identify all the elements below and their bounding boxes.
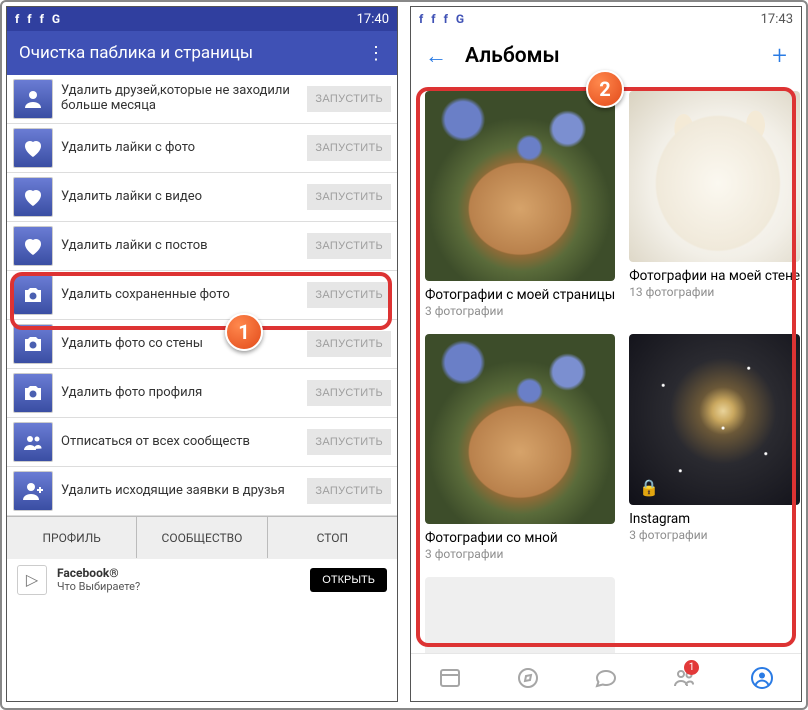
phone-right: f f f G 17:43 ← Альбомы + Фотографии с м… <box>410 6 802 702</box>
album-subtitle: 3 фотографии <box>629 528 800 542</box>
album-item[interactable]: Фотографии на моей стене13 фотографии <box>629 91 800 318</box>
action-row: Удалить фото со стеныЗАПУСТИТЬ <box>7 320 397 369</box>
action-row: Удалить сохраненные фотоЗАПУСТИТЬ <box>7 271 397 320</box>
nav-messages-icon[interactable] <box>567 654 645 701</box>
albums-title: Альбомы <box>465 44 754 68</box>
run-button[interactable]: ЗАПУСТИТЬ <box>307 478 391 504</box>
action-label: Отписаться от всех сообществ <box>61 435 307 450</box>
heart-icon <box>13 177 53 217</box>
action-label: Удалить друзей,которые не заходили больш… <box>61 84 307 114</box>
action-list: Удалить друзей,которые не заходили больш… <box>7 75 397 516</box>
albums-grid: Фотографии с моей страницы3 фотографииФо… <box>411 81 801 702</box>
lock-icon: 🔒 <box>639 478 659 497</box>
heart-icon <box>13 128 53 168</box>
ad-row[interactable]: ▷ Facebook®Что Выбираете? ОТКРЫТЬ <box>7 558 397 600</box>
tab-community[interactable]: СООБЩЕСТВО <box>137 517 267 558</box>
action-row: Удалить лайки с фотоЗАПУСТИТЬ <box>7 124 397 173</box>
album-title: Фотографии на моей стене <box>629 268 800 284</box>
run-button[interactable]: ЗАПУСТИТЬ <box>307 184 391 210</box>
album-thumb <box>425 334 615 524</box>
run-button[interactable]: ЗАПУСТИТЬ <box>307 429 391 455</box>
action-label: Удалить лайки с фото <box>61 141 307 156</box>
action-row: Удалить друзей,которые не заходили больш… <box>7 75 397 124</box>
album-thumb <box>425 91 615 281</box>
ad-choice-icon: ▷ <box>17 565 47 595</box>
run-button[interactable]: ЗАПУСТИТЬ <box>307 233 391 259</box>
run-button[interactable]: ЗАПУСТИТЬ <box>307 86 391 112</box>
action-label: Удалить фото со стены <box>61 337 307 352</box>
action-row: Удалить исходящие заявки в друзьяЗАПУСТИ… <box>7 467 397 516</box>
back-icon[interactable]: ← <box>425 43 447 69</box>
action-label: Удалить сохраненные фото <box>61 288 307 303</box>
status-time: 17:40 <box>357 12 389 27</box>
action-label: Удалить фото профиля <box>61 386 307 401</box>
add-icon[interactable]: + <box>772 41 787 71</box>
fb-icon: f <box>431 12 435 26</box>
action-label: Удалить лайки с постов <box>61 239 307 254</box>
camera-icon <box>13 373 53 413</box>
menu-icon[interactable]: ⋮ <box>367 43 385 64</box>
album-subtitle: 13 фотографии <box>629 285 800 299</box>
tab-profile[interactable]: ПРОФИЛЬ <box>7 517 137 558</box>
album-title: Фотографии с моей страницы <box>425 287 615 303</box>
albums-header: ← Альбомы + <box>411 31 801 81</box>
run-button[interactable]: ЗАПУСТИТЬ <box>307 282 391 308</box>
nav-discover-icon[interactable] <box>489 654 567 701</box>
fb-icon: f <box>419 12 423 26</box>
album-subtitle: 3 фотографии <box>425 547 615 561</box>
album-title: Фотографии со мной <box>425 530 615 546</box>
bottom-tabs: ПРОФИЛЬ СООБЩЕСТВО СТОП <box>7 516 397 558</box>
fb-icon: f <box>40 12 44 26</box>
status-bar: f f f G 17:43 <box>411 7 801 31</box>
nav-profile-icon[interactable] <box>723 654 801 701</box>
album-title: Instagram <box>629 511 800 527</box>
status-bar: f f f G 17:40 <box>7 7 397 31</box>
status-time: 17:43 <box>761 12 793 27</box>
album-item[interactable]: Фотографии со мной3 фотографии <box>425 334 615 561</box>
tab-stop[interactable]: СТОП <box>268 517 397 558</box>
album-item[interactable]: 🔒 Instagram3 фотографии <box>629 334 800 561</box>
album-item[interactable]: Фотографии с моей страницы3 фотографии <box>425 91 615 318</box>
action-label: Удалить исходящие заявки в друзья <box>61 484 307 499</box>
ad-open-button[interactable]: ОТКРЫТЬ <box>310 568 387 592</box>
group-icon <box>13 422 53 462</box>
nav-badge: 1 <box>684 660 699 675</box>
run-button[interactable]: ЗАПУСТИТЬ <box>307 135 391 161</box>
action-row: Отписаться от всех сообществЗАПУСТИТЬ <box>7 418 397 467</box>
action-label: Удалить лайки с видео <box>61 190 307 205</box>
phone-left: f f f G 17:40 Очистка паблика и страницы… <box>6 6 398 702</box>
ad-text: Facebook®Что Выбираете? <box>57 566 300 594</box>
fb-icon: f <box>27 12 31 26</box>
app-bar: Очистка паблика и страницы ⋮ <box>7 31 397 75</box>
action-row: Удалить лайки с постовЗАПУСТИТЬ <box>7 222 397 271</box>
action-row: Удалить фото профиляЗАПУСТИТЬ <box>7 369 397 418</box>
camera-icon <box>13 324 53 364</box>
bottom-nav: 1 <box>411 653 801 701</box>
fb-icon: f <box>444 12 448 26</box>
google-icon: G <box>52 12 60 26</box>
google-icon: G <box>456 12 464 26</box>
person-icon <box>13 79 53 119</box>
nav-friends-icon[interactable]: 1 <box>645 654 723 701</box>
run-button[interactable]: ЗАПУСТИТЬ <box>307 331 391 357</box>
album-thumb <box>629 91 800 262</box>
action-row: Удалить лайки с видеоЗАПУСТИТЬ <box>7 173 397 222</box>
app-title: Очистка паблика и страницы <box>19 43 253 63</box>
nav-news-icon[interactable] <box>411 654 489 701</box>
run-button[interactable]: ЗАПУСТИТЬ <box>307 380 391 406</box>
album-thumb: 🔒 <box>629 334 800 505</box>
album-subtitle: 3 фотографии <box>425 304 615 318</box>
personplus-icon <box>13 471 53 511</box>
heart-icon <box>13 226 53 266</box>
camera-icon <box>13 275 53 315</box>
fb-icon: f <box>15 12 19 26</box>
